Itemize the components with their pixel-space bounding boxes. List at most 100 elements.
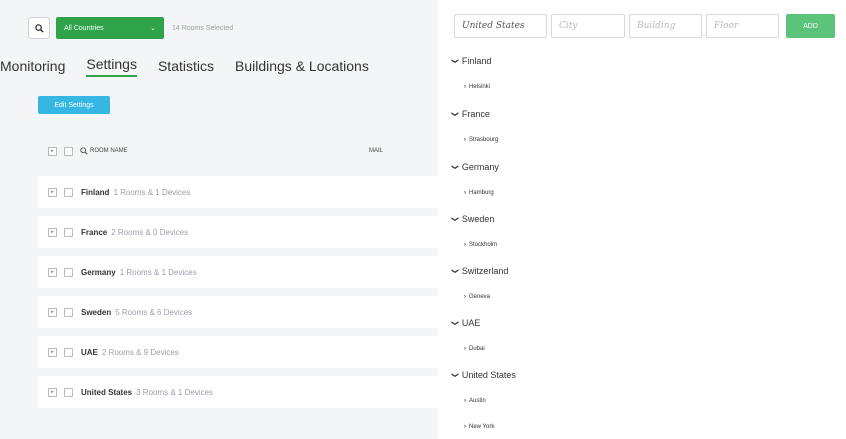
tree-country-label: Sweden: [461, 214, 495, 224]
add-location-form: United States City Building Floor ADD: [454, 14, 835, 38]
table-row[interactable]: ▸ Germany 1 Rooms & 1 Devices: [38, 256, 438, 288]
tree-city-item[interactable]: › Helsinki: [464, 84, 490, 90]
column-header-mail[interactable]: MAIL: [369, 148, 383, 154]
tab-buildings-locations[interactable]: Buildings & Locations: [235, 58, 369, 77]
tree-city-item[interactable]: › Hamburg: [464, 190, 494, 196]
rooms-selected-count: 14 Rooms Selected: [172, 24, 234, 32]
row-checkbox[interactable]: [64, 227, 73, 237]
city-field[interactable]: City: [551, 14, 625, 38]
expand-row-toggle[interactable]: ▸: [48, 227, 57, 237]
column-header-room-name[interactable]: ROOM NAME: [90, 148, 128, 154]
row-room-device-count: 1 Rooms & 1 Devices: [119, 267, 197, 277]
chevron-right-icon: ›: [464, 137, 466, 143]
tree-country-item[interactable]: ❯ UAE: [450, 318, 481, 328]
chevron-down-icon: ❯: [450, 164, 458, 170]
row-country-name: Sweden: [81, 307, 112, 317]
row-country-name: UAE: [81, 347, 98, 357]
row-room-device-count: 3 Rooms & 1 Devices: [136, 387, 214, 397]
chevron-down-icon: ❯: [450, 268, 458, 274]
chevron-right-icon: ›: [464, 242, 466, 248]
chevron-right-icon: ›: [464, 424, 466, 430]
tree-country-label: Switzerland: [461, 266, 509, 276]
table-header: ▸ ROOM NAME MAIL: [48, 145, 438, 157]
building-field[interactable]: Building: [629, 14, 702, 38]
table-row[interactable]: ▸ Finland 1 Rooms & 1 Devices: [38, 176, 438, 208]
tab-monitoring[interactable]: Monitoring: [0, 58, 65, 77]
tree-country-item[interactable]: ❯ Sweden: [450, 214, 495, 224]
row-checkbox[interactable]: [64, 187, 73, 197]
tree-city-label: Strasbourg: [469, 137, 499, 143]
expand-row-toggle[interactable]: ▸: [48, 267, 57, 277]
locations-panel: United States City Building Floor ADD ❯ …: [438, 0, 846, 439]
table-row[interactable]: ▸ France 2 Rooms & 0 Devices: [38, 216, 438, 248]
tree-country-label: Germany: [461, 162, 499, 172]
table-row[interactable]: ▸ UAE 2 Rooms & 9 Devices: [38, 336, 438, 368]
chevron-right-icon: ›: [464, 346, 466, 352]
tree-city-item[interactable]: › New York: [464, 424, 494, 430]
add-button[interactable]: ADD: [786, 14, 835, 38]
search-button[interactable]: [28, 17, 50, 39]
row-room-device-count: 2 Rooms & 0 Devices: [111, 227, 189, 237]
row-checkbox[interactable]: [64, 307, 73, 317]
chevron-down-icon: ❯: [450, 372, 458, 378]
main-tabs: Monitoring Settings Statistics Buildings…: [0, 55, 390, 77]
tree-country-item[interactable]: ❯ Switzerland: [450, 266, 509, 276]
row-room-device-count: 5 Rooms & 6 Devices: [115, 307, 193, 317]
expand-all-toggle[interactable]: ▸: [48, 146, 57, 156]
country-select[interactable]: All Countries ⌄: [56, 17, 164, 39]
tree-country-item[interactable]: ❯ Finland: [450, 56, 492, 66]
tree-city-label: Austin: [469, 398, 486, 404]
row-country-name: United States: [81, 387, 133, 397]
row-country-name: France: [81, 227, 108, 237]
chevron-down-icon: ⌄: [150, 25, 156, 32]
row-room-device-count: 1 Rooms & 1 Devices: [113, 187, 191, 197]
floor-field[interactable]: Floor: [706, 14, 779, 38]
country-field[interactable]: United States: [454, 14, 547, 38]
chevron-down-icon: ❯: [450, 320, 458, 326]
tree-city-item[interactable]: › Strasbourg: [464, 137, 498, 143]
tree-city-label: Geneva: [469, 294, 491, 300]
chevron-down-icon: ❯: [450, 58, 458, 64]
expand-row-toggle[interactable]: ▸: [48, 387, 57, 397]
table-row[interactable]: ▸ Sweden 5 Rooms & 6 Devices: [38, 296, 438, 328]
tree-country-item[interactable]: ❯ Germany: [450, 162, 499, 172]
tree-country-label: France: [461, 109, 490, 119]
filter-toolbar: All Countries ⌄ 14 Rooms Selected: [28, 17, 233, 39]
row-country-name: Finland: [81, 187, 110, 197]
row-country-name: Germany: [81, 267, 116, 277]
tree-city-item[interactable]: › Austin: [464, 398, 486, 404]
row-checkbox[interactable]: [64, 347, 73, 357]
search-icon: [34, 23, 44, 33]
tree-city-item[interactable]: › Geneva: [464, 294, 490, 300]
chevron-down-icon: ❯: [450, 216, 458, 222]
chevron-down-icon: ❯: [450, 111, 458, 117]
row-checkbox[interactable]: [64, 387, 73, 397]
table-row[interactable]: ▸ United States 3 Rooms & 1 Devices: [38, 376, 438, 408]
select-all-checkbox[interactable]: [64, 146, 73, 156]
country-select-label: All Countries: [64, 24, 104, 32]
row-room-device-count: 2 Rooms & 9 Devices: [101, 347, 179, 357]
search-icon[interactable]: [80, 147, 88, 155]
edit-settings-button[interactable]: Edit Settings: [38, 96, 110, 114]
tree-city-label: Dubai: [469, 346, 485, 352]
tree-city-item[interactable]: › Dubai: [464, 346, 485, 352]
tree-city-label: New York: [469, 424, 495, 430]
tree-city-label: Helsinki: [469, 84, 491, 90]
tree-city-label: Stockholm: [469, 242, 498, 248]
tree-country-label: Finland: [461, 56, 492, 66]
expand-row-toggle[interactable]: ▸: [48, 187, 57, 197]
row-checkbox[interactable]: [64, 267, 73, 277]
tab-statistics[interactable]: Statistics: [158, 58, 214, 77]
tree-country-item[interactable]: ❯ France: [450, 109, 490, 119]
chevron-right-icon: ›: [464, 294, 466, 300]
chevron-right-icon: ›: [464, 84, 466, 90]
expand-row-toggle[interactable]: ▸: [48, 347, 57, 357]
tab-settings[interactable]: Settings: [86, 56, 137, 77]
chevron-right-icon: ›: [464, 398, 466, 404]
chevron-right-icon: ›: [464, 190, 466, 196]
tree-city-item[interactable]: › Stockholm: [464, 242, 497, 248]
tree-country-label: UAE: [461, 318, 481, 328]
tree-country-item[interactable]: ❯ United States: [450, 370, 516, 380]
expand-row-toggle[interactable]: ▸: [48, 307, 57, 317]
tree-city-label: Hamburg: [469, 190, 494, 196]
